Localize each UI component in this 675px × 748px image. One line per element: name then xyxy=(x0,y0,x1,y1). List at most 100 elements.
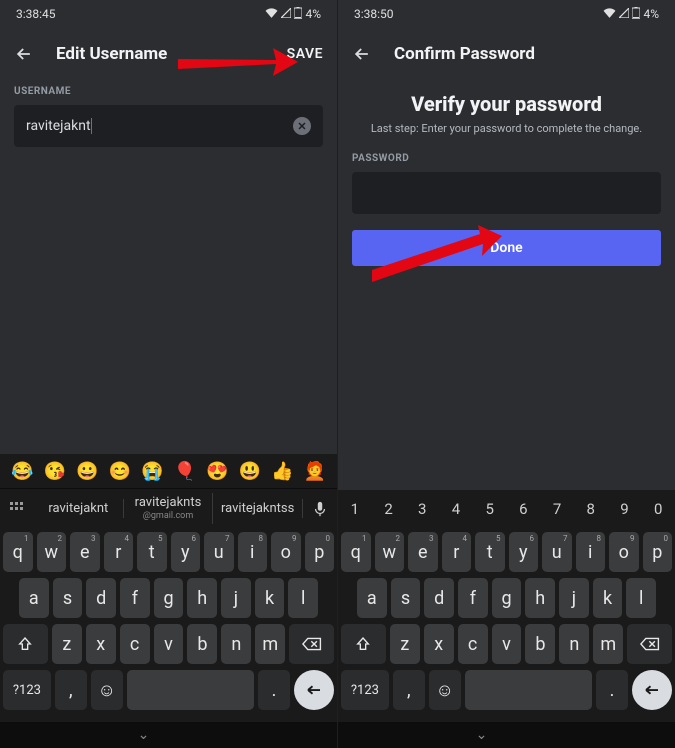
key-z[interactable]: z xyxy=(52,624,82,664)
emoji-key[interactable]: 😍 xyxy=(206,461,228,482)
key-h[interactable]: h xyxy=(187,578,217,618)
enter-key[interactable] xyxy=(632,670,672,710)
key-q[interactable]: q1 xyxy=(3,532,33,572)
username-input-wrap[interactable]: ravitejaknt ✕ xyxy=(14,105,323,147)
shift-key[interactable] xyxy=(341,624,386,664)
emoji-key[interactable]: 😃 xyxy=(239,461,261,482)
key-w[interactable]: w2 xyxy=(375,532,405,572)
username-input[interactable]: ravitejaknt xyxy=(26,118,293,134)
num-sug[interactable]: 0 xyxy=(641,500,675,518)
save-button[interactable]: SAVE xyxy=(287,46,323,62)
key-r[interactable]: r4 xyxy=(104,532,134,572)
key-c[interactable]: c xyxy=(458,624,488,664)
backspace-key[interactable] xyxy=(627,624,672,664)
key-r[interactable]: r4 xyxy=(442,532,472,572)
key-v[interactable]: v xyxy=(154,624,184,664)
key-f[interactable]: f xyxy=(120,578,150,618)
suggestion-2[interactable]: ravitejaknts@gmail.com xyxy=(124,493,214,523)
emoji-key[interactable]: ☺ xyxy=(91,670,123,710)
space-key[interactable] xyxy=(127,670,255,710)
num-sug[interactable]: 4 xyxy=(439,500,473,518)
mic-icon[interactable] xyxy=(303,501,337,517)
num-sug[interactable]: 6 xyxy=(507,500,541,518)
emoji-key[interactable]: 🎈 xyxy=(174,461,196,482)
key-f[interactable]: f xyxy=(458,578,488,618)
key-l[interactable]: l xyxy=(626,578,656,618)
key-k[interactable]: k xyxy=(255,578,285,618)
key-t[interactable]: t5 xyxy=(137,532,167,572)
key-p[interactable]: p0 xyxy=(305,532,335,572)
shift-key[interactable] xyxy=(3,624,48,664)
key-i[interactable]: i8 xyxy=(238,532,268,572)
comma-key[interactable]: , xyxy=(55,670,87,710)
key-a[interactable]: a xyxy=(19,578,49,618)
num-sug[interactable]: 2 xyxy=(372,500,406,518)
space-key[interactable] xyxy=(465,670,593,710)
chevron-down-icon[interactable]: ⌄ xyxy=(476,727,488,743)
key-s[interactable]: s xyxy=(53,578,83,618)
key-m[interactable]: m xyxy=(593,624,623,664)
comma-key[interactable]: , xyxy=(393,670,425,710)
key-a[interactable]: a xyxy=(357,578,387,618)
key-x[interactable]: x xyxy=(86,624,116,664)
emoji-key[interactable]: 😂 xyxy=(11,461,33,482)
enter-key[interactable] xyxy=(294,670,334,710)
key-y[interactable]: y6 xyxy=(171,532,201,572)
key-g[interactable]: g xyxy=(154,578,184,618)
num-sug[interactable]: 7 xyxy=(540,500,574,518)
done-button[interactable]: Done xyxy=(352,230,661,266)
num-sug[interactable]: 1 xyxy=(338,500,372,518)
key-d[interactable]: d xyxy=(86,578,116,618)
emoji-key[interactable]: 🧑‍🦰 xyxy=(304,461,326,482)
key-q[interactable]: q1 xyxy=(341,532,371,572)
suggestion-1[interactable]: ravitejaknt xyxy=(34,499,124,519)
key-y[interactable]: y6 xyxy=(509,532,539,572)
key-p[interactable]: p0 xyxy=(643,532,673,572)
key-j[interactable]: j xyxy=(559,578,589,618)
key-x[interactable]: x xyxy=(424,624,454,664)
period-key[interactable]: . xyxy=(596,670,628,710)
num-sug[interactable]: 3 xyxy=(405,500,439,518)
key-o[interactable]: o9 xyxy=(271,532,301,572)
emoji-key[interactable]: 😊 xyxy=(109,461,131,482)
emoji-key[interactable]: 😀 xyxy=(76,461,98,482)
key-e[interactable]: e3 xyxy=(408,532,438,572)
num-sug[interactable]: 5 xyxy=(473,500,507,518)
period-key[interactable]: . xyxy=(258,670,290,710)
grid-icon[interactable] xyxy=(0,502,34,516)
key-g[interactable]: g xyxy=(492,578,522,618)
chevron-down-icon[interactable]: ⌄ xyxy=(138,727,150,743)
key-o[interactable]: o9 xyxy=(609,532,639,572)
key-n[interactable]: n xyxy=(559,624,589,664)
key-b[interactable]: b xyxy=(187,624,217,664)
key-b[interactable]: b xyxy=(525,624,555,664)
key-s[interactable]: s xyxy=(391,578,421,618)
key-z[interactable]: z xyxy=(390,624,420,664)
suggestion-3[interactable]: ravitejakntss xyxy=(213,499,303,519)
key-u[interactable]: u7 xyxy=(542,532,572,572)
symbols-key[interactable]: ?123 xyxy=(341,670,389,710)
num-sug[interactable]: 8 xyxy=(574,500,608,518)
key-d[interactable]: d xyxy=(424,578,454,618)
key-k[interactable]: k xyxy=(593,578,623,618)
key-t[interactable]: t5 xyxy=(475,532,505,572)
password-input-wrap[interactable] xyxy=(352,172,661,214)
clear-icon[interactable]: ✕ xyxy=(293,117,311,135)
back-icon[interactable] xyxy=(14,44,34,64)
key-h[interactable]: h xyxy=(525,578,555,618)
key-e[interactable]: e3 xyxy=(70,532,100,572)
emoji-key[interactable]: 😭 xyxy=(141,461,163,482)
key-n[interactable]: n xyxy=(221,624,251,664)
key-i[interactable]: i8 xyxy=(576,532,606,572)
key-l[interactable]: l xyxy=(288,578,318,618)
back-icon[interactable] xyxy=(352,44,372,64)
symbols-key[interactable]: ?123 xyxy=(3,670,51,710)
backspace-key[interactable] xyxy=(289,624,334,664)
emoji-key[interactable]: 👍 xyxy=(271,461,293,482)
key-v[interactable]: v xyxy=(492,624,522,664)
key-c[interactable]: c xyxy=(120,624,150,664)
num-sug[interactable]: 9 xyxy=(608,500,642,518)
emoji-key[interactable]: 😘 xyxy=(44,461,66,482)
key-j[interactable]: j xyxy=(221,578,251,618)
emoji-key[interactable]: ☺ xyxy=(429,670,461,710)
